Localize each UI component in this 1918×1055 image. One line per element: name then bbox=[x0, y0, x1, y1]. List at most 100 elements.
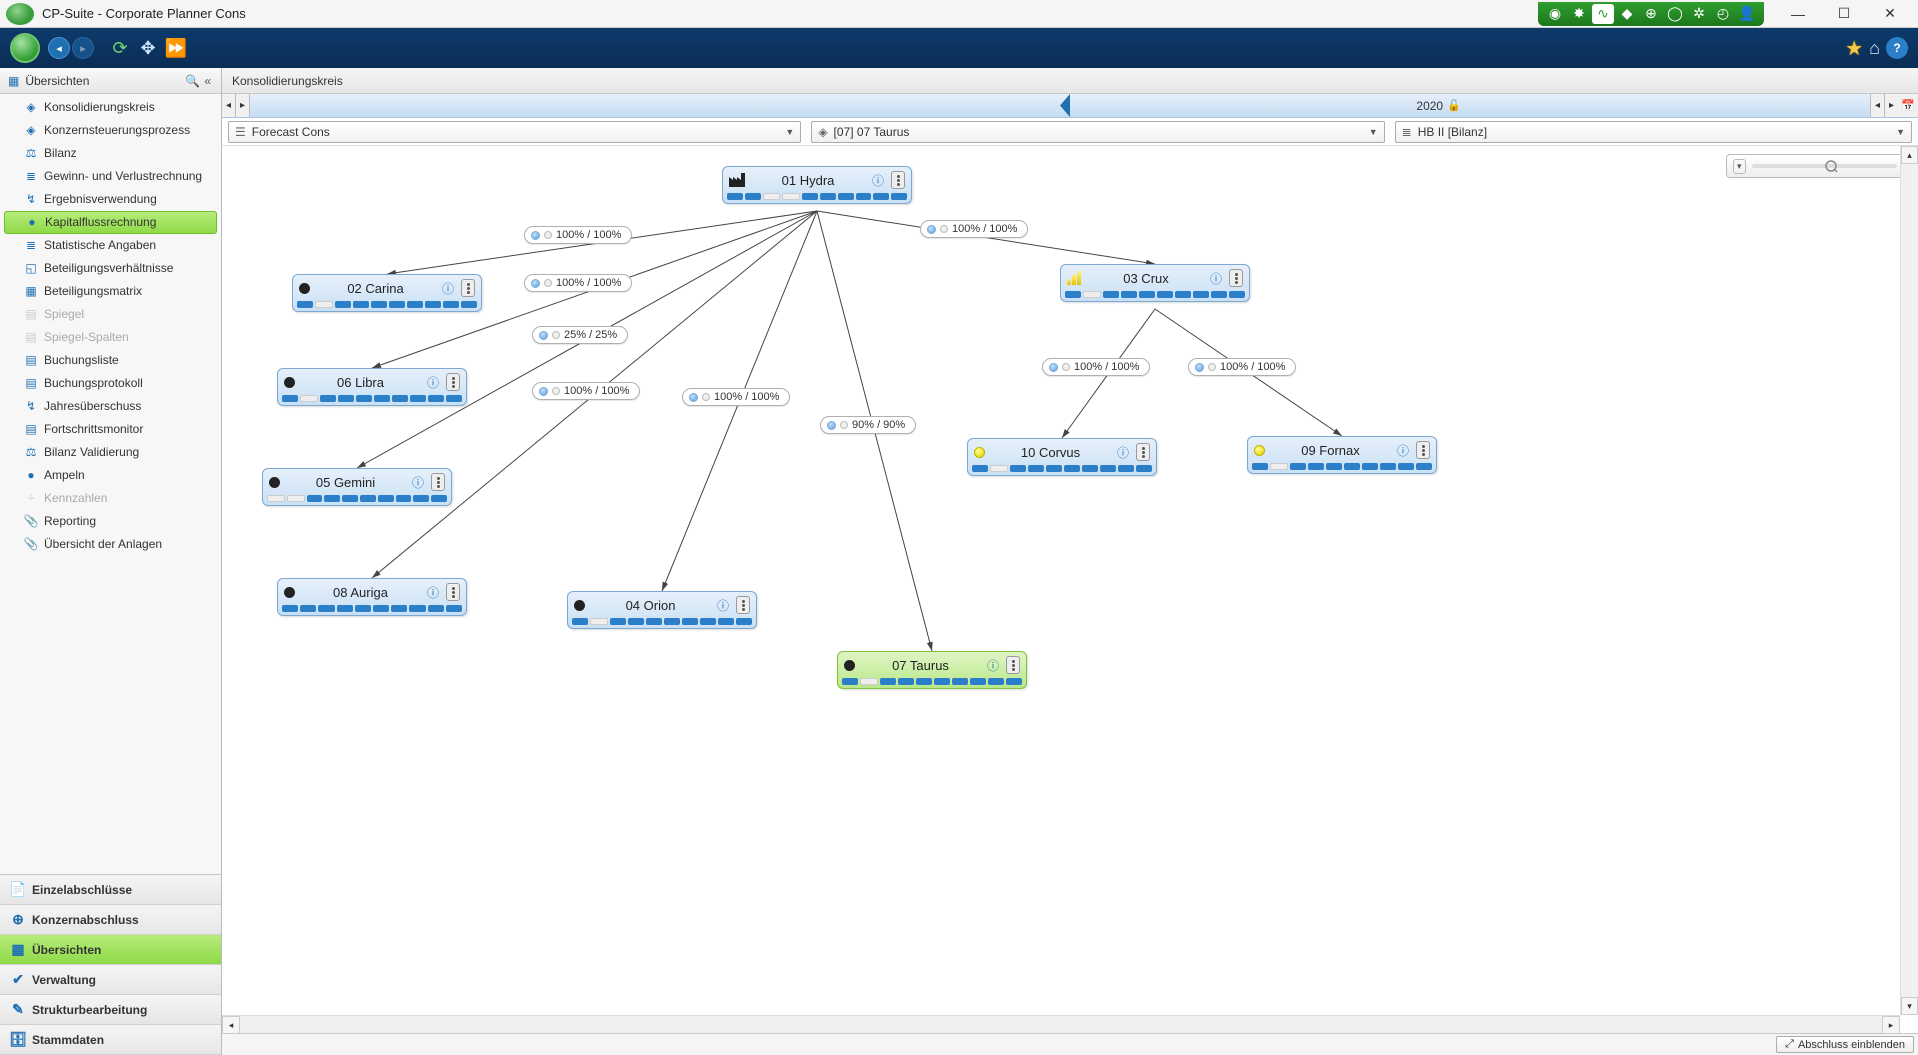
node-menu-button[interactable] bbox=[1416, 441, 1430, 459]
zoom-slider-thumb[interactable] bbox=[1824, 159, 1838, 173]
info-icon[interactable]: ⓘ bbox=[1396, 443, 1410, 457]
module-icon[interactable]: ⊕ bbox=[1640, 4, 1662, 24]
sidebar-item[interactable]: ⚖Bilanz bbox=[0, 142, 221, 165]
scroll-up-button[interactable]: ▴ bbox=[1901, 146, 1918, 164]
module-icon[interactable]: ✲ bbox=[1688, 4, 1710, 24]
sidebar-tab[interactable]: ⊕Konzernabschluss bbox=[0, 905, 221, 935]
org-node[interactable]: 01 Hydra ⓘ bbox=[722, 166, 912, 204]
edge-label[interactable]: 100% / 100% bbox=[532, 382, 640, 400]
info-icon[interactable]: ⓘ bbox=[411, 475, 425, 489]
show-closing-button[interactable]: ⤢ Abschluss einblenden bbox=[1776, 1036, 1914, 1053]
zoom-control[interactable]: ▾ bbox=[1726, 154, 1904, 178]
node-menu-button[interactable] bbox=[461, 279, 475, 297]
info-icon[interactable]: ⓘ bbox=[1116, 445, 1130, 459]
info-icon[interactable]: ⓘ bbox=[426, 585, 440, 599]
move-button[interactable]: ✥ bbox=[134, 34, 162, 62]
timeline-prev-fast-button[interactable]: ◂ bbox=[222, 94, 236, 117]
edge-label[interactable]: 100% / 100% bbox=[1042, 358, 1150, 376]
node-menu-button[interactable] bbox=[446, 583, 460, 601]
module-icon[interactable]: ◯ bbox=[1664, 4, 1686, 24]
module-icon[interactable]: ◴ bbox=[1712, 4, 1734, 24]
edge-label[interactable]: 100% / 100% bbox=[524, 274, 632, 292]
module-icon[interactable]: ◉ bbox=[1544, 4, 1566, 24]
module-icon[interactable]: ∿ bbox=[1592, 4, 1614, 24]
org-node[interactable]: 03 Crux ⓘ bbox=[1060, 264, 1250, 302]
node-menu-button[interactable] bbox=[1229, 269, 1243, 287]
sidebar-item[interactable]: ●Kapitalflussrechnung bbox=[4, 211, 217, 234]
timeline-track[interactable]: 2020 🔓 bbox=[250, 94, 1870, 117]
sidebar-tab[interactable]: 📄Einzelabschlüsse bbox=[0, 875, 221, 905]
info-icon[interactable]: ⓘ bbox=[871, 173, 885, 187]
nav-back-button[interactable]: ◂ bbox=[48, 37, 70, 59]
edge-label[interactable]: 100% / 100% bbox=[920, 220, 1028, 238]
module-icon[interactable]: 👤 bbox=[1736, 4, 1758, 24]
search-icon[interactable]: 🔍 bbox=[183, 74, 202, 88]
sidebar-item[interactable]: ▦Beteiligungsmatrix bbox=[0, 280, 221, 303]
sidebar-item[interactable]: ▤Fortschrittsmonitor bbox=[0, 418, 221, 441]
sidebar-tab[interactable]: ✔Verwaltung bbox=[0, 965, 221, 995]
module-icon[interactable]: ✸ bbox=[1568, 4, 1590, 24]
scroll-down-button[interactable]: ▾ bbox=[1901, 997, 1918, 1015]
info-icon[interactable]: ⓘ bbox=[426, 375, 440, 389]
timeline-prev-button[interactable]: ▸ bbox=[236, 94, 250, 117]
calendar-button[interactable]: 📅 bbox=[1898, 94, 1918, 117]
sidebar-item[interactable]: ↯Jahresüberschuss bbox=[0, 395, 221, 418]
sidebar-item[interactable]: ≣Statistische Angaben bbox=[0, 234, 221, 257]
zoom-slider-track[interactable] bbox=[1752, 164, 1897, 168]
scroll-left-button[interactable]: ◂ bbox=[222, 1016, 240, 1033]
node-menu-button[interactable] bbox=[431, 473, 445, 491]
edge-label[interactable]: 100% / 100% bbox=[524, 226, 632, 244]
edge-label[interactable]: 100% / 100% bbox=[682, 388, 790, 406]
sidebar-item[interactable]: ●Ampeln bbox=[0, 464, 221, 487]
node-menu-button[interactable] bbox=[1136, 443, 1150, 461]
favorite-icon[interactable]: ★ bbox=[1845, 36, 1863, 61]
edge-label[interactable]: 100% / 100% bbox=[1188, 358, 1296, 376]
org-node[interactable]: 08 Auriga ⓘ bbox=[277, 578, 467, 616]
node-menu-button[interactable] bbox=[891, 171, 905, 189]
window-close-button[interactable]: ✕ bbox=[1868, 0, 1912, 28]
nav-forward-button[interactable]: ▸ bbox=[72, 37, 94, 59]
diagram-canvas[interactable]: 01 Hydra ⓘ 02 Carina ⓘ 03 Crux ⓘ 06 Libr… bbox=[222, 146, 1918, 1033]
org-node[interactable]: 02 Carina ⓘ bbox=[292, 274, 482, 312]
org-node[interactable]: 06 Libra ⓘ bbox=[277, 368, 467, 406]
node-menu-button[interactable] bbox=[446, 373, 460, 391]
collapse-icon[interactable]: « bbox=[202, 74, 213, 88]
window-maximize-button[interactable]: ☐ bbox=[1822, 0, 1866, 28]
org-node[interactable]: 09 Fornax ⓘ bbox=[1247, 436, 1437, 474]
horizontal-scrollbar[interactable]: ◂ ▸ bbox=[222, 1015, 1900, 1033]
sidebar-item[interactable]: ◱Beteiligungsverhältnisse bbox=[0, 257, 221, 280]
node-menu-button[interactable] bbox=[736, 596, 750, 614]
timeline-next-button[interactable]: ◂ bbox=[1870, 94, 1884, 117]
sidebar-tab[interactable]: 🗄Stammdaten bbox=[0, 1025, 221, 1055]
help-button[interactable]: ? bbox=[1886, 37, 1908, 59]
sidebar-item[interactable]: 📎Übersicht der Anlagen bbox=[0, 533, 221, 556]
sidebar-item[interactable]: ≣Gewinn- und Verlustrechnung bbox=[0, 165, 221, 188]
timeline-next-fast-button[interactable]: ▸ bbox=[1884, 94, 1898, 117]
book-select[interactable]: ≣ HB II [Bilanz] ▼ bbox=[1395, 121, 1912, 143]
window-minimize-button[interactable]: — bbox=[1776, 0, 1820, 28]
sidebar-item[interactable]: ◈Konsolidierungskreis bbox=[0, 96, 221, 119]
sidebar-item[interactable]: ◈Konzernsteuerungsprozess bbox=[0, 119, 221, 142]
sidebar-tab[interactable]: ✎Strukturbearbeitung bbox=[0, 995, 221, 1025]
org-node[interactable]: 05 Gemini ⓘ bbox=[262, 468, 452, 506]
sidebar-item[interactable]: ▤Buchungsprotokoll bbox=[0, 372, 221, 395]
edge-label[interactable]: 90% / 90% bbox=[820, 416, 916, 434]
org-node[interactable]: 04 Orion ⓘ bbox=[567, 591, 757, 629]
zoom-dropdown-icon[interactable]: ▾ bbox=[1733, 159, 1746, 174]
scroll-right-button[interactable]: ▸ bbox=[1882, 1016, 1900, 1033]
sidebar-item[interactable]: ↯Ergebnisverwendung bbox=[0, 188, 221, 211]
sidebar-item[interactable]: ▤Buchungsliste bbox=[0, 349, 221, 372]
org-node[interactable]: 07 Taurus ⓘ bbox=[837, 651, 1027, 689]
home-icon[interactable]: ⌂ bbox=[1869, 38, 1880, 59]
sidebar-item[interactable]: 📎Reporting bbox=[0, 510, 221, 533]
refresh-button[interactable]: ⟳ bbox=[106, 34, 134, 62]
node-menu-button[interactable] bbox=[1006, 656, 1020, 674]
info-icon[interactable]: ⓘ bbox=[716, 598, 730, 612]
scenario-select[interactable]: ☰ Forecast Cons ▼ bbox=[228, 121, 801, 143]
sidebar-tab[interactable]: ▦Übersichten bbox=[0, 935, 221, 965]
info-icon[interactable]: ⓘ bbox=[1209, 271, 1223, 285]
forward-button[interactable]: ⏩ bbox=[162, 34, 190, 62]
info-icon[interactable]: ⓘ bbox=[986, 658, 1000, 672]
info-icon[interactable]: ⓘ bbox=[441, 281, 455, 295]
sidebar-item[interactable]: ⚖Bilanz Validierung bbox=[0, 441, 221, 464]
